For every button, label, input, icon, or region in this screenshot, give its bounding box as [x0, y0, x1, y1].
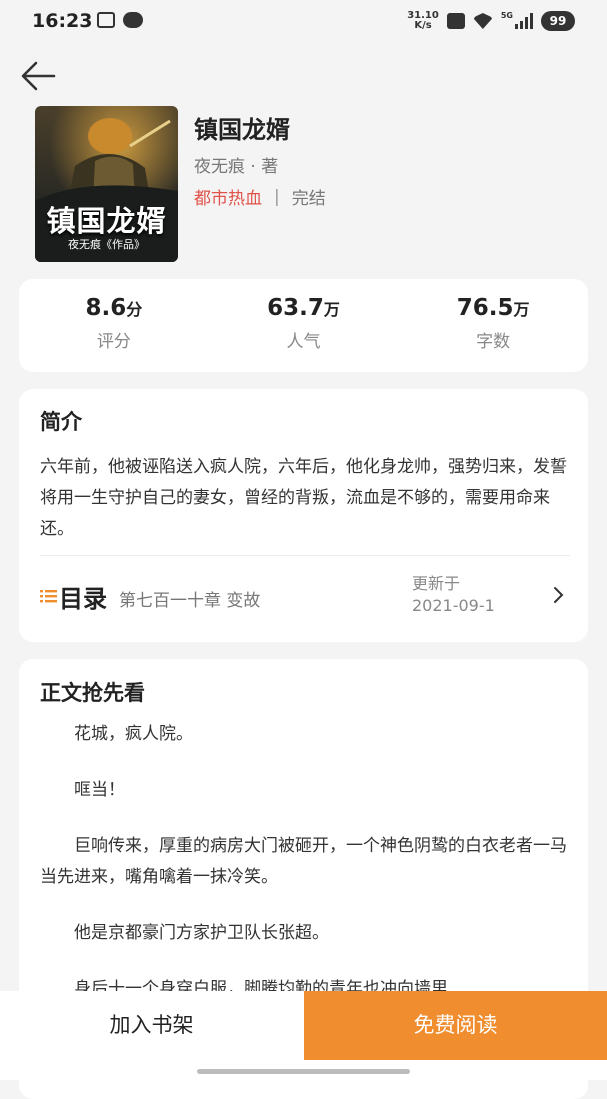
net-speed: 31.10 K/s [407, 11, 439, 31]
battery-icon: 99 [541, 11, 575, 31]
tag-separator: | [274, 186, 280, 207]
stat-rating: 8.6分 评分 [19, 279, 209, 372]
intro-text: 六年前，他被诬陷送入疯人院，六年后，他化身龙帅，强势归来，发誓将用一生守护自己的… [40, 457, 567, 539]
back-button[interactable] [18, 56, 58, 96]
book-author: 夜无痕 · 著 [194, 157, 279, 177]
intro-card: 简介 六年前，他被诬陷送入疯人院，六年后，他化身龙帅，强势归来，发誓将用一生守护… [19, 389, 588, 642]
intro-title: 简介 [40, 410, 82, 434]
book-tags: 都市热血 | 完结 [194, 184, 326, 210]
network-label: 5G [500, 11, 513, 20]
updated-date: 2021-09-1 [412, 596, 495, 615]
cover-author: 夜无痕《作品》 [68, 238, 145, 251]
preview-paragraph: 花城，疯人院。 [74, 724, 193, 744]
list-icon [40, 590, 57, 603]
status-tag: 完结 [291, 189, 326, 209]
status-bar: 16:23 31.10 K/s 5G 99 [0, 0, 607, 44]
preview-paragraph: 哐当！ [74, 780, 125, 800]
chat-icon [123, 12, 143, 28]
preview-title: 正文抢先看 [40, 681, 145, 705]
mute-icon [446, 13, 465, 29]
signal-icon [515, 13, 533, 29]
add-to-shelf-button[interactable]: 加入书架 [0, 991, 303, 1060]
stat-value: 8.6 [85, 295, 127, 321]
status-right: 31.10 K/s 5G 99 [407, 11, 575, 31]
status-time: 16:23 [32, 10, 93, 32]
stat-label: 字数 [476, 332, 511, 352]
updated-label: 更新于 [412, 574, 461, 593]
bottom-action-bar: 加入书架 免费阅读 [0, 991, 607, 1080]
stat-word-count: 76.5万 字数 [398, 279, 588, 372]
book-title: 镇国龙婿 [194, 116, 290, 144]
chevron-right-icon [554, 587, 564, 603]
cover-title: 镇国龙婿 [46, 204, 167, 238]
toc-updated: 更新于 2021-09-1 [412, 573, 495, 617]
toc-row[interactable]: 目录 第七百一十章 变故 更新于 2021-09-1 [40, 555, 570, 642]
stat-unit: 万 [513, 300, 530, 319]
back-arrow-icon [21, 61, 56, 91]
screenshot-icon [97, 12, 115, 28]
stat-label: 人气 [286, 332, 321, 352]
book-header: 镇国龙婿 夜无痕《作品》 镇国龙婿 夜无痕 · 著 都市热血 | 完结 [35, 106, 587, 266]
stat-label: 评分 [96, 332, 131, 352]
genre-tag[interactable]: 都市热血 [194, 184, 262, 209]
home-indicator[interactable] [197, 1069, 410, 1074]
stat-unit: 万 [323, 300, 340, 319]
preview-paragraph: 巨响传来，厚重的病房大门被砸开，一个神色阴鸷的白衣老者一马当先进来，嘴角噙着一抹… [40, 836, 567, 887]
stat-value: 63.7 [267, 295, 324, 321]
toc-latest-chapter: 第七百一十章 变故 [119, 591, 261, 611]
book-cover[interactable]: 镇国龙婿 夜无痕《作品》 [35, 106, 178, 262]
free-read-button[interactable]: 免费阅读 [304, 991, 607, 1060]
stat-unit: 分 [126, 300, 143, 319]
stats-card: 8.6分 评分 63.7万 人气 76.5万 字数 [19, 279, 588, 372]
stat-value: 76.5 [456, 295, 514, 321]
wifi-icon [472, 13, 493, 29]
preview-body: 花城，疯人院。 哐当！ 巨响传来，厚重的病房大门被砸开，一个神色阴鸷的白衣老者一… [40, 719, 570, 1030]
net-speed-unit: K/s [414, 20, 432, 31]
status-left-icons [97, 12, 143, 28]
preview-paragraph: 他是京都豪门方家护卫队长张超。 [74, 923, 329, 943]
toc-label: 目录 [59, 585, 107, 613]
stat-popularity: 63.7万 人气 [209, 279, 399, 372]
